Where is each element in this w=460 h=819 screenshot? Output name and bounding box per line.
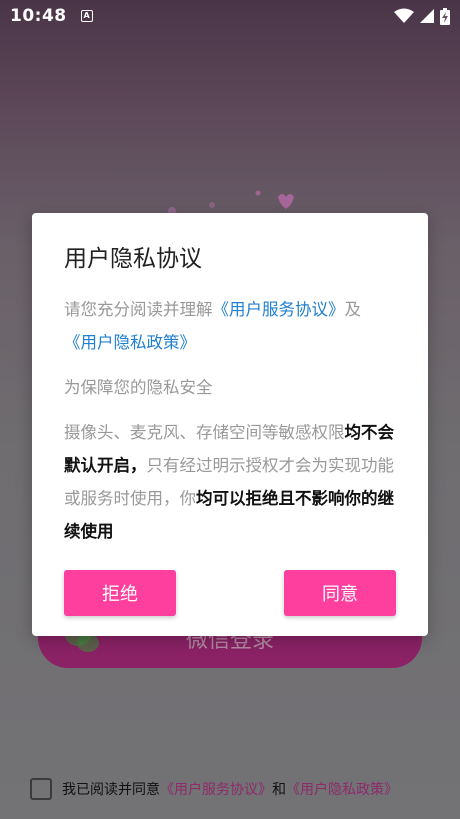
signal-icon (420, 9, 434, 23)
privacy-policy-link[interactable]: 《用户隐私政策》 (64, 333, 196, 352)
refuse-button[interactable]: 拒绝 (64, 570, 176, 616)
agreement-checkbox[interactable] (30, 778, 52, 800)
dialog-body: 请您充分阅读并理解《用户服务协议》及《用户隐私政策》 为保障您的隐私安全 摄像头… (64, 293, 404, 548)
para3-normal-1: 摄像头、麦克风、存储空间等敏感权限 (64, 423, 345, 442)
agreement-and: 和 (272, 782, 286, 798)
agree-button[interactable]: 同意 (284, 570, 396, 616)
privacy-dialog: 用户隐私协议 请您充分阅读并理解《用户服务协议》及《用户隐私政策》 为保障您的隐… (32, 213, 428, 636)
status-icons (394, 7, 450, 25)
service-agreement-link[interactable]: 《用户服务协议》 (213, 300, 345, 319)
bottom-privacy-policy-link[interactable]: 《用户隐私政策》 (286, 779, 398, 799)
dialog-paragraph-2: 为保障您的隐私安全 (64, 378, 213, 397)
battery-charging-icon (440, 7, 450, 25)
dialog-paragraph-1: 请您充分阅读并理解《用户服务协议》及《用户隐私政策》 (64, 293, 404, 359)
dialog-paragraph-3: 摄像头、麦克风、存储空间等敏感权限均不会默认开启，只有经过明示授权才会为实现功能… (64, 416, 404, 548)
para1-prefix: 请您充分阅读并理解 (64, 300, 213, 319)
agreement-bar: 我已阅读并同意 《用户服务协议》和《用户隐私政策》 (30, 776, 398, 802)
a-notification-icon: A (80, 10, 93, 22)
wifi-icon (394, 8, 414, 23)
bottom-service-agreement-link[interactable]: 《用户服务协议》 (160, 779, 272, 799)
dialog-title: 用户隐私协议 (64, 246, 202, 272)
para1-and: 及 (344, 300, 362, 319)
status-bar: 10:48 A (0, 0, 460, 32)
status-time: 10:48 (10, 6, 67, 26)
agreement-prefix: 我已阅读并同意 (62, 782, 160, 798)
